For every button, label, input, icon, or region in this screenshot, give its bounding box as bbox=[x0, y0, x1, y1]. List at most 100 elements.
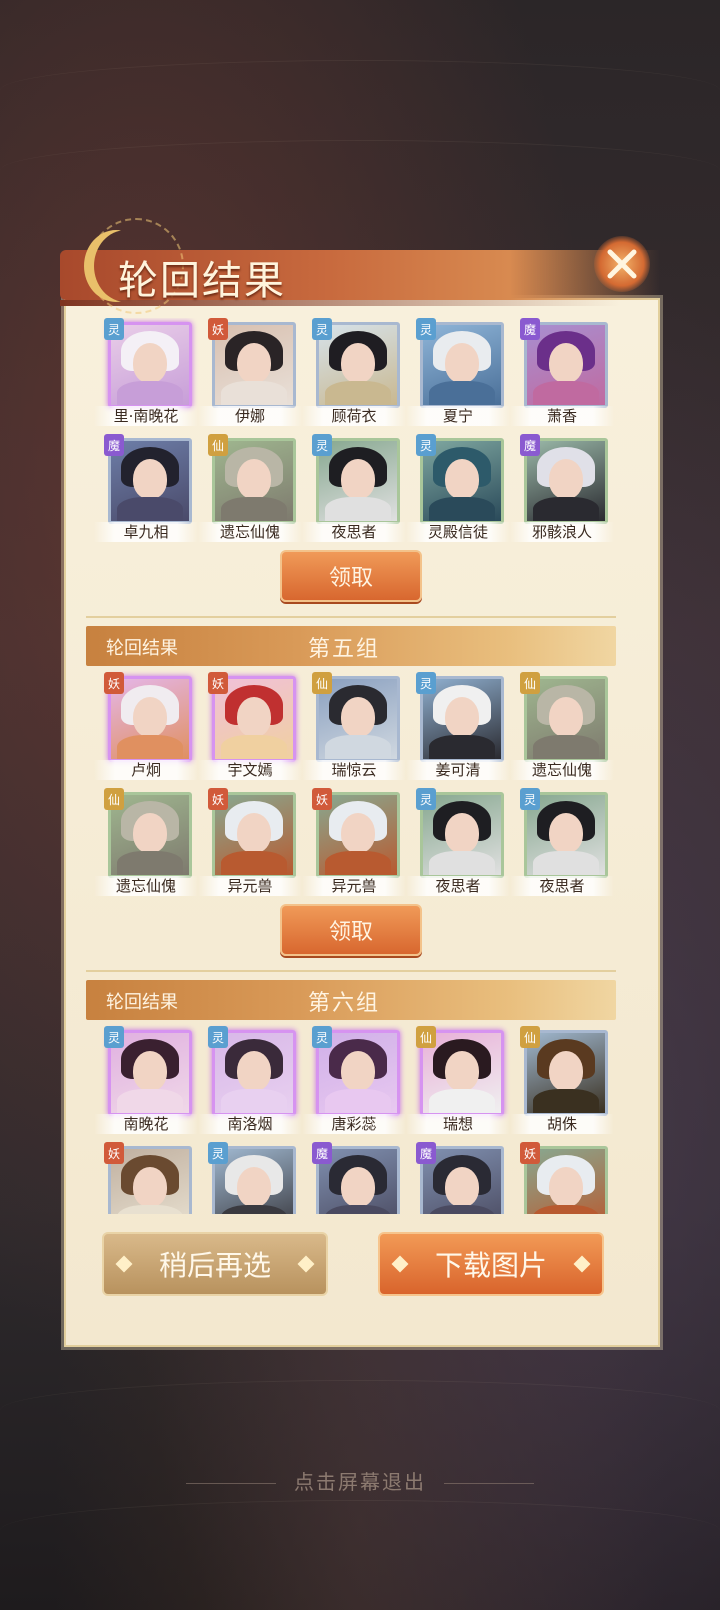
portrait-face bbox=[341, 343, 375, 383]
portrait-face bbox=[549, 343, 583, 383]
character-name: 卓九相 bbox=[94, 522, 198, 542]
character-card[interactable]: 灵夜思者 bbox=[510, 788, 614, 898]
faction-badge-icon: 仙 bbox=[208, 434, 228, 456]
close-button[interactable] bbox=[594, 236, 650, 292]
character-card[interactable]: 魔邪骸浪人 bbox=[510, 434, 614, 544]
portrait-face bbox=[341, 813, 375, 853]
character-card[interactable]: 妖宇文嫣 bbox=[198, 672, 302, 782]
character-name: 南晚花 bbox=[94, 1114, 198, 1134]
character-name: 宇文嫣 bbox=[198, 760, 302, 780]
character-card[interactable]: 仙遗忘仙傀 bbox=[198, 434, 302, 544]
faction-badge-icon: 仙 bbox=[104, 788, 124, 810]
character-card[interactable]: 仙瑞惊云 bbox=[302, 672, 406, 782]
character-card[interactable]: 灵夏宁 bbox=[406, 318, 510, 428]
character-name: 遗忘仙傀 bbox=[198, 522, 302, 542]
exit-hint[interactable]: 点击屏幕退出 bbox=[0, 1466, 720, 1495]
character-name: 萧香 bbox=[510, 406, 614, 426]
faction-badge-icon: 灵 bbox=[416, 318, 436, 340]
portrait-face bbox=[133, 1167, 167, 1207]
claim-button[interactable]: 领取 bbox=[280, 550, 422, 602]
faction-badge-icon: 魔 bbox=[416, 1142, 436, 1164]
faction-badge-icon: 仙 bbox=[520, 1026, 540, 1048]
character-card[interactable]: 魔卓九相 bbox=[94, 434, 198, 544]
portrait-face bbox=[445, 697, 479, 737]
faction-badge-icon: 灵 bbox=[312, 1026, 332, 1048]
character-card[interactable]: 灵灵殿信徒 bbox=[406, 434, 510, 544]
character-card[interactable]: 妖 bbox=[510, 1142, 614, 1214]
faction-badge-icon: 妖 bbox=[208, 672, 228, 694]
portrait-body bbox=[533, 851, 599, 875]
portrait-face bbox=[549, 459, 583, 499]
character-card[interactable]: 灵南晚花 bbox=[94, 1026, 198, 1136]
close-icon bbox=[607, 249, 637, 279]
results-scroll-area[interactable]: 灵里·南晚花妖伊娜灵顾荷衣灵夏宁魔萧香魔卓九相仙遗忘仙傀灵夜思者灵灵殿信徒魔邪骸… bbox=[86, 318, 630, 1214]
portrait-body bbox=[221, 851, 287, 875]
group-header: 轮回结果 第五组 bbox=[86, 626, 616, 666]
portrait-face bbox=[341, 459, 375, 499]
portrait-face bbox=[237, 459, 271, 499]
character-card[interactable]: 魔萧香 bbox=[510, 318, 614, 428]
character-card[interactable]: 魔 bbox=[406, 1142, 510, 1214]
character-card[interactable]: 魔 bbox=[302, 1142, 406, 1214]
choose-later-button[interactable]: 稍后再选 bbox=[102, 1232, 328, 1296]
portrait-face bbox=[237, 343, 271, 383]
character-card[interactable]: 仙胡侏 bbox=[510, 1026, 614, 1136]
character-card[interactable]: 仙遗忘仙傀 bbox=[94, 788, 198, 898]
download-image-button[interactable]: 下载图片 bbox=[378, 1232, 604, 1296]
background-wave bbox=[0, 60, 720, 121]
character-card[interactable]: 妖卢炯 bbox=[94, 672, 198, 782]
character-name: 邪骸浪人 bbox=[510, 522, 614, 542]
portrait-body bbox=[221, 1089, 287, 1113]
character-name: 夜思者 bbox=[406, 876, 510, 896]
character-name: 遗忘仙傀 bbox=[94, 876, 198, 896]
character-card[interactable]: 妖伊娜 bbox=[198, 318, 302, 428]
group-divider bbox=[86, 970, 616, 972]
character-card[interactable]: 灵顾荷衣 bbox=[302, 318, 406, 428]
portrait-body bbox=[325, 1089, 391, 1113]
portrait-body bbox=[325, 497, 391, 521]
faction-badge-icon: 妖 bbox=[312, 788, 332, 810]
faction-badge-icon: 妖 bbox=[208, 318, 228, 340]
character-name: 胡侏 bbox=[510, 1114, 614, 1134]
faction-badge-icon: 仙 bbox=[416, 1026, 436, 1048]
faction-badge-icon: 灵 bbox=[312, 434, 332, 456]
panel-title: 轮回结果 bbox=[118, 258, 286, 304]
portrait-body bbox=[117, 381, 183, 405]
portrait-face bbox=[133, 697, 167, 737]
faction-badge-icon: 灵 bbox=[208, 1142, 228, 1164]
faction-badge-icon: 灵 bbox=[208, 1026, 228, 1048]
portrait-face bbox=[237, 1051, 271, 1091]
portrait-face bbox=[237, 697, 271, 737]
portrait-face bbox=[445, 459, 479, 499]
character-card[interactable]: 妖异元兽 bbox=[198, 788, 302, 898]
portrait-body bbox=[533, 497, 599, 521]
character-grid: 灵南晚花灵南洛烟灵唐彩蕊仙瑞想仙胡侏妖灵魔魔妖 bbox=[86, 1026, 630, 1214]
portrait-face bbox=[549, 1167, 583, 1207]
character-card[interactable]: 灵里·南晚花 bbox=[94, 318, 198, 428]
portrait-body bbox=[429, 1089, 495, 1113]
character-card[interactable]: 灵夜思者 bbox=[302, 434, 406, 544]
character-name: 瑞想 bbox=[406, 1114, 510, 1134]
character-card[interactable]: 灵姜可清 bbox=[406, 672, 510, 782]
portrait-face bbox=[445, 343, 479, 383]
portrait-body bbox=[221, 381, 287, 405]
character-card[interactable]: 仙遗忘仙傀 bbox=[510, 672, 614, 782]
portrait-face bbox=[133, 1051, 167, 1091]
character-card[interactable]: 妖 bbox=[94, 1142, 198, 1214]
character-card[interactable]: 妖异元兽 bbox=[302, 788, 406, 898]
character-card[interactable]: 灵唐彩蕊 bbox=[302, 1026, 406, 1136]
faction-badge-icon: 魔 bbox=[520, 318, 540, 340]
portrait-face bbox=[341, 1051, 375, 1091]
claim-button[interactable]: 领取 bbox=[280, 904, 422, 956]
group-header-label: 轮回结果 bbox=[106, 638, 178, 659]
character-card[interactable]: 灵南洛烟 bbox=[198, 1026, 302, 1136]
faction-badge-icon: 妖 bbox=[104, 672, 124, 694]
character-card[interactable]: 灵 bbox=[198, 1142, 302, 1214]
faction-badge-icon: 妖 bbox=[104, 1142, 124, 1164]
character-card[interactable]: 灵夜思者 bbox=[406, 788, 510, 898]
diamond-icon bbox=[573, 1255, 591, 1273]
faction-badge-icon: 灵 bbox=[416, 672, 436, 694]
faction-badge-icon: 魔 bbox=[312, 1142, 332, 1164]
character-name: 灵殿信徒 bbox=[406, 522, 510, 542]
character-card[interactable]: 仙瑞想 bbox=[406, 1026, 510, 1136]
